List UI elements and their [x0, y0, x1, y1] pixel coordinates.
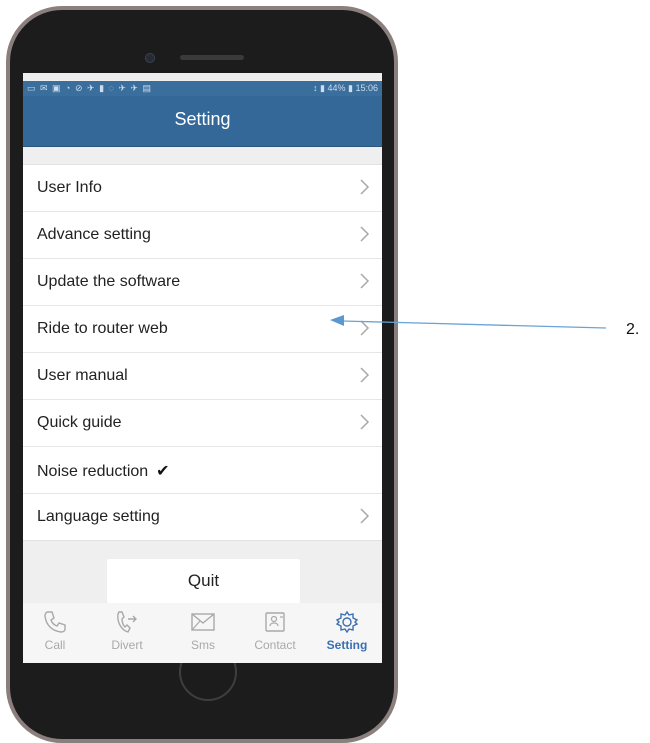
annotation-arrow — [330, 315, 607, 329]
annotation-label: 2. — [626, 321, 640, 338]
